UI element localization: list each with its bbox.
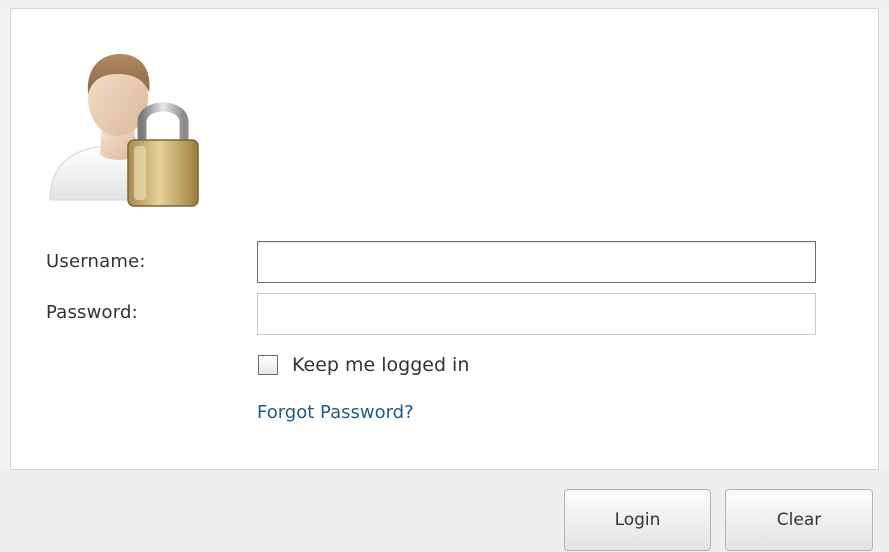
password-input[interactable] [257, 293, 816, 335]
clear-button[interactable]: Clear [725, 489, 873, 551]
top-strip [0, 0, 889, 8]
username-input[interactable] [257, 241, 816, 283]
username-label: Username: [46, 251, 146, 272]
login-button[interactable]: Login [564, 489, 711, 551]
keep-logged-in-row[interactable]: Keep me logged in [258, 352, 469, 378]
password-label: Password: [46, 302, 138, 323]
user-lock-icon [49, 54, 199, 207]
keep-logged-in-label[interactable]: Keep me logged in [292, 354, 469, 376]
keep-logged-in-checkbox[interactable] [258, 355, 278, 375]
login-page: Username: Password: Keep me logged in Fo… [0, 0, 889, 552]
forgot-password-link[interactable]: Forgot Password? [257, 402, 414, 423]
